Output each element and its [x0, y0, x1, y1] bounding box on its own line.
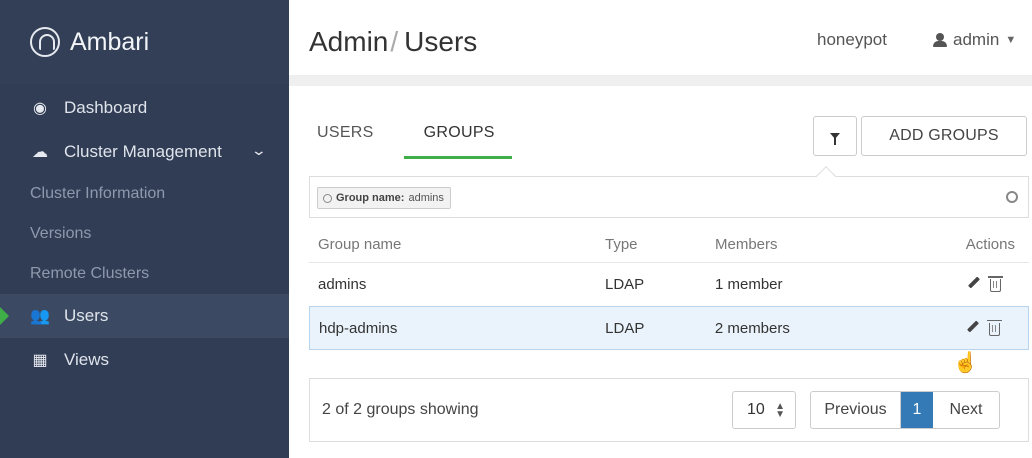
filter-chip-key: Group name:	[336, 192, 405, 204]
user-menu[interactable]: admin ▼	[933, 30, 1016, 50]
sidebar-item-cluster-information[interactable]: Cluster Information	[0, 174, 289, 214]
filter-chip-value: admins	[408, 192, 444, 204]
result-count: 2 of 2 groups showing	[322, 401, 479, 418]
header-divider	[289, 76, 1032, 86]
chevron-down-icon: ⌄	[250, 142, 268, 158]
sidebar-item-label: Users	[64, 306, 109, 325]
sidebar-item-label: Cluster Information	[30, 185, 166, 202]
filter-bar-notch	[816, 166, 836, 186]
sidebar-item-users[interactable]: 👥 Users	[0, 294, 289, 338]
members-cell: 1 member	[715, 276, 783, 293]
select-arrows-icon: ▲ ▼	[775, 401, 785, 420]
groups-table: Group name Type Members Actions admins L…	[309, 226, 1029, 350]
sidebar-item-label: Versions	[30, 225, 92, 242]
sidebar-item-cluster-management[interactable]: ☁ Cluster Management ⌄	[0, 130, 289, 174]
sidebar-item-label: Remote Clusters	[30, 265, 150, 282]
filter-bar[interactable]: Group name: admins	[309, 166, 1029, 218]
breadcrumb-current: Users	[404, 26, 478, 57]
sidebar-item-versions[interactable]: Versions	[0, 214, 289, 254]
table-row[interactable]: hdp-admins LDAP 2 members	[309, 306, 1029, 350]
cloud-icon: ☁	[32, 144, 48, 161]
sidebar-nav: ◉ Dashboard ☁ Cluster Management ⌄ Clust…	[0, 84, 289, 382]
sidebar-item-remote-clusters[interactable]: Remote Clusters	[0, 254, 289, 294]
user-icon	[933, 33, 947, 47]
ambari-logo-icon	[30, 27, 60, 57]
page-size-value: 10	[747, 401, 765, 418]
hand-cursor-icon: ☝	[953, 352, 978, 374]
tab-groups-label: GROUPS	[423, 124, 495, 141]
group-name-cell[interactable]: hdp-admins	[310, 320, 597, 337]
sidebar: Ambari ◉ Dashboard ☁ Cluster Management …	[0, 0, 289, 458]
dashboard-icon: ◉	[33, 100, 47, 117]
tab-groups[interactable]: GROUPS	[403, 124, 512, 159]
users-icon: 👥	[30, 308, 50, 325]
sidebar-item-label: Cluster Management	[64, 142, 222, 161]
page-size-select[interactable]: 10 ▲ ▼	[732, 391, 796, 429]
breadcrumb-admin[interactable]: Admin	[309, 26, 388, 57]
header: Admin/Users honeypot admin ▼	[289, 0, 1032, 76]
current-page-button[interactable]: 1	[901, 392, 933, 428]
remove-filter-icon[interactable]	[323, 193, 332, 203]
group-name-cell[interactable]: admins	[309, 276, 597, 293]
row-actions	[917, 276, 1029, 292]
previous-page-button[interactable]: Previous	[811, 392, 901, 428]
active-marker	[0, 307, 9, 325]
filter-chip[interactable]: Group name: admins	[317, 187, 451, 209]
grid-icon: ▦	[32, 352, 48, 369]
table-row[interactable]: admins LDAP 1 member	[309, 262, 1029, 306]
column-header-members: Members	[715, 235, 778, 253]
add-groups-button[interactable]: ADD GROUPS	[861, 116, 1027, 156]
column-header-type: Type	[605, 235, 638, 253]
tab-users[interactable]: USERS	[317, 124, 374, 159]
type-cell: LDAP	[605, 276, 645, 293]
page-title: Admin/Users	[309, 26, 477, 58]
sidebar-item-label: Views	[64, 350, 110, 369]
table-header: Group name Type Members Actions	[309, 226, 1029, 262]
brand[interactable]: Ambari	[0, 0, 289, 84]
sidebar-item-label: Dashboard	[64, 98, 148, 117]
column-header-group-name: Group name	[318, 235, 402, 253]
filter-icon	[830, 133, 840, 145]
caret-down-icon: ▼	[1005, 34, 1017, 46]
clear-filters-icon[interactable]	[1006, 191, 1018, 203]
main-content: USERS GROUPS ADD GROUPS Group name: admi…	[289, 86, 1032, 458]
filter-toggle-button[interactable]	[813, 116, 857, 156]
next-page-button[interactable]: Next	[933, 392, 999, 428]
brand-name: Ambari	[70, 27, 150, 56]
user-name: admin	[953, 30, 1000, 49]
cluster-name[interactable]: honeypot	[817, 30, 887, 50]
sidebar-item-dashboard[interactable]: ◉ Dashboard	[0, 86, 289, 130]
members-cell: 2 members	[714, 319, 790, 337]
row-actions	[916, 319, 1028, 336]
trash-icon[interactable]	[986, 319, 1002, 336]
type-cell: LDAP	[605, 319, 645, 337]
edit-icon[interactable]	[967, 321, 979, 333]
tabs: USERS GROUPS	[317, 124, 542, 159]
pagination: Previous 1 Next	[810, 391, 1000, 429]
breadcrumb-separator: /	[390, 26, 399, 57]
trash-icon[interactable]	[988, 276, 1003, 292]
table-footer: 2 of 2 groups showing 10 ▲ ▼ Previous 1 N…	[309, 378, 1029, 442]
sidebar-item-views[interactable]: ▦ Views	[0, 338, 289, 382]
edit-icon[interactable]	[968, 277, 980, 289]
column-header-actions: Actions	[965, 235, 1015, 253]
